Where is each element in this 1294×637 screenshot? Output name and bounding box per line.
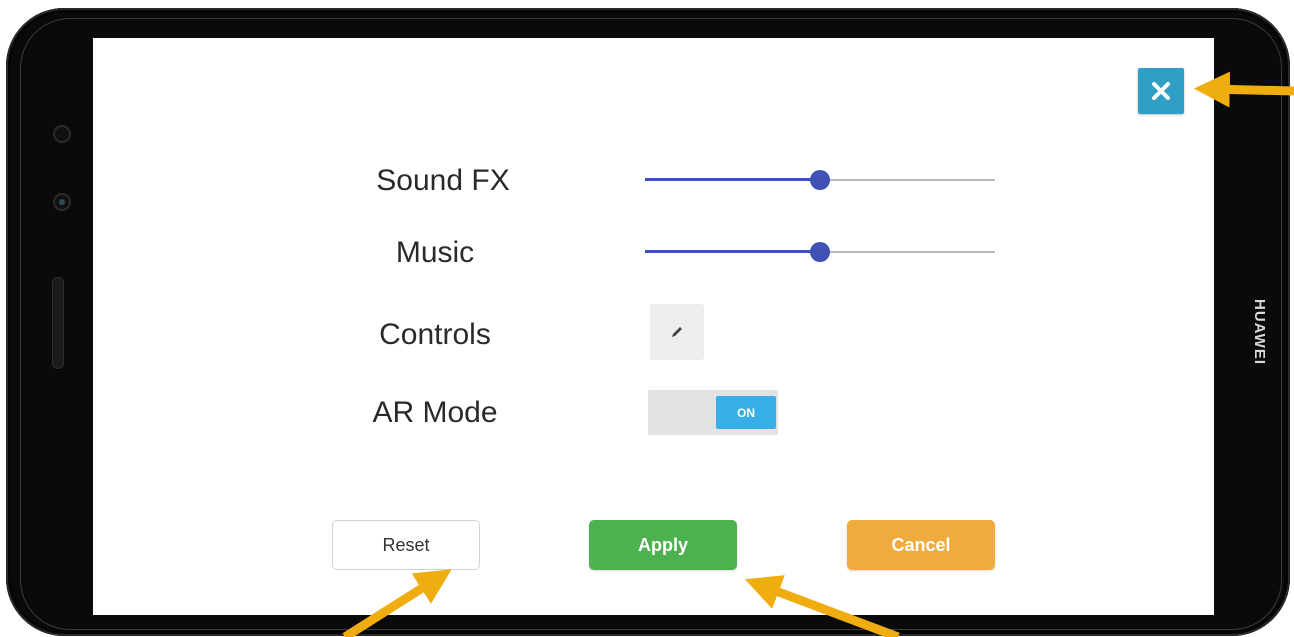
sound-fx-slider[interactable] (645, 170, 995, 190)
sound-fx-label: Sound FX (376, 164, 510, 197)
reset-button[interactable]: Reset (332, 520, 480, 570)
music-slider[interactable] (645, 242, 995, 262)
settings-screen: Sound FX Music Controls AR Mode ON Reset… (93, 38, 1214, 615)
cancel-button[interactable]: Cancel (847, 520, 995, 570)
front-camera (55, 195, 69, 209)
close-button[interactable] (1138, 68, 1184, 114)
brand-logo: HUAWEI (1251, 299, 1269, 365)
front-sensor (55, 127, 69, 141)
toggle-knob: ON (716, 396, 776, 429)
ar-mode-label: AR Mode (372, 396, 498, 429)
music-label: Music (395, 236, 475, 269)
slider-fill (645, 250, 820, 253)
controls-edit-button[interactable] (650, 304, 704, 360)
slider-thumb[interactable] (810, 242, 830, 262)
slider-fill (645, 178, 820, 181)
close-icon (1152, 82, 1170, 100)
slider-thumb[interactable] (810, 170, 830, 190)
earpiece-speaker (53, 278, 63, 368)
pencil-icon (672, 327, 682, 337)
ar-mode-toggle[interactable]: ON (648, 390, 778, 435)
apply-button[interactable]: Apply (589, 520, 737, 570)
controls-label: Controls (379, 318, 491, 351)
